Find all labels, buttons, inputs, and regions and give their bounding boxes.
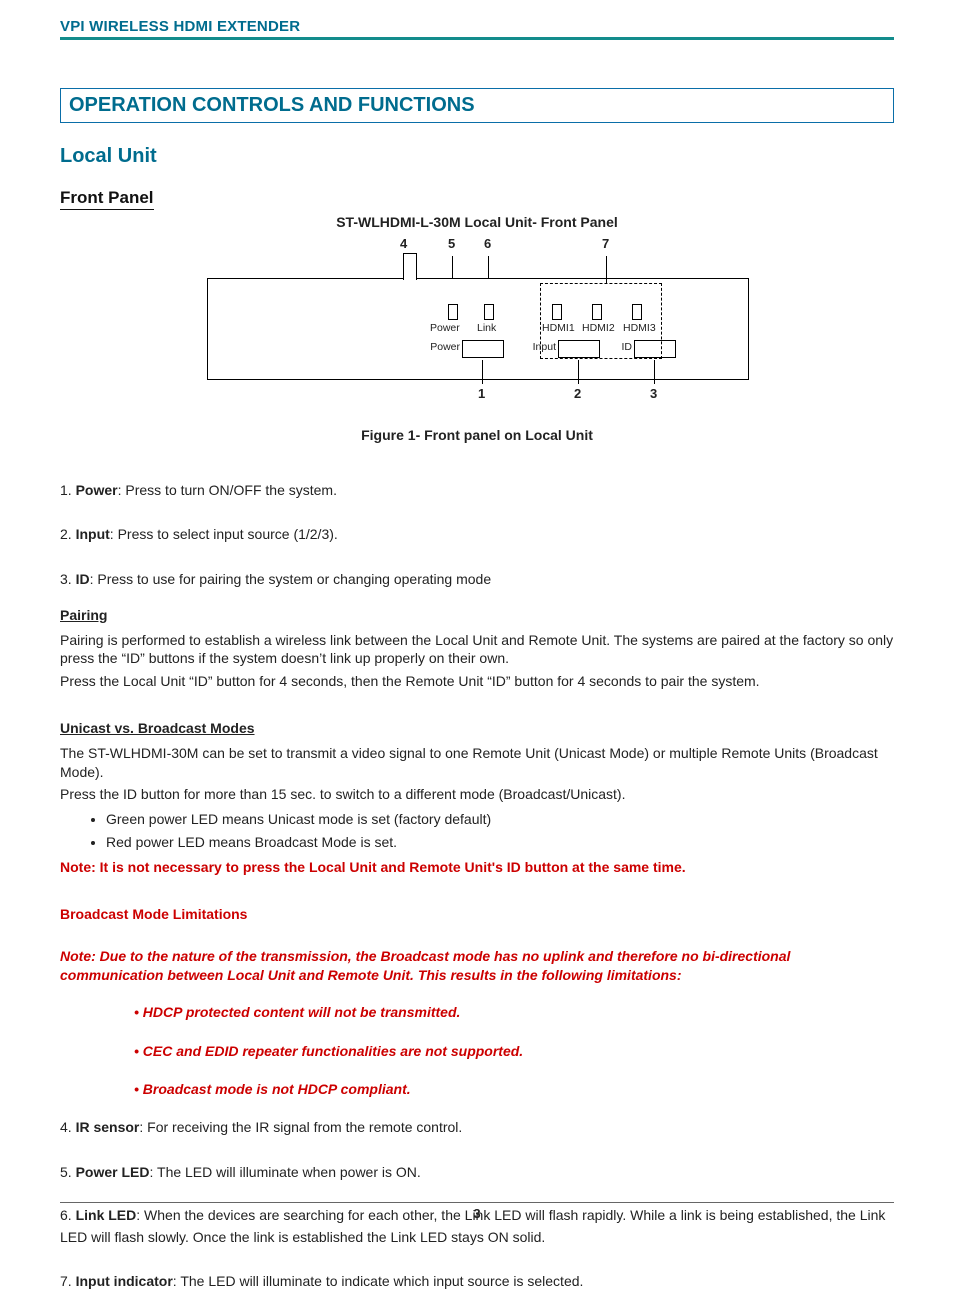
callout-1: 1 bbox=[478, 386, 485, 401]
power-led-label: Power bbox=[430, 322, 460, 334]
ir-window bbox=[403, 253, 417, 280]
section-title: OPERATION CONTROLS AND FUNCTIONS bbox=[60, 88, 894, 123]
callout-4: 4 bbox=[400, 236, 407, 251]
pairing-p1: Pairing is performed to establish a wire… bbox=[60, 631, 894, 669]
list-item: 1. Power: Press to turn ON/OFF the syste… bbox=[60, 479, 894, 501]
footer-rule bbox=[60, 1202, 894, 1203]
figure-title: ST-WLHDMI-L-30M Local Unit- Front Panel bbox=[202, 214, 752, 230]
callout-3: 3 bbox=[650, 386, 657, 401]
id-btn-label: ID bbox=[612, 341, 632, 353]
header-product: VPI WIRELESS HDMI EXTENDER bbox=[60, 18, 894, 35]
broadcast-lim-3: • Broadcast mode is not HDCP compliant. bbox=[134, 1078, 894, 1100]
link-led-icon bbox=[484, 304, 494, 320]
pairing-heading: Pairing bbox=[60, 604, 894, 626]
broadcast-note: Note: Due to the nature of the transmiss… bbox=[60, 947, 894, 985]
front-panel-diagram: 4 5 6 7 Power Link HDMI1 HDMI2 HDMI bbox=[202, 236, 752, 421]
power-led-icon bbox=[448, 304, 458, 320]
input-btn-label: Input bbox=[524, 341, 556, 353]
callout-6: 6 bbox=[484, 236, 491, 251]
link-led-label: Link bbox=[477, 322, 496, 334]
figure-caption: Figure 1- Front panel on Local Unit bbox=[202, 427, 752, 443]
hdmi1-label: HDMI1 bbox=[542, 322, 575, 334]
modes-p2: Press the ID button for more than 15 sec… bbox=[60, 785, 894, 804]
callout-7: 7 bbox=[602, 236, 609, 251]
input-button-icon bbox=[558, 340, 600, 358]
hdmi2-led-icon bbox=[592, 304, 602, 320]
callout-2: 2 bbox=[574, 386, 581, 401]
power-btn-label: Power bbox=[424, 341, 460, 353]
broadcast-heading: Broadcast Mode Limitations bbox=[60, 903, 894, 925]
modes-p1: The ST-WLHDMI-30M can be set to transmit… bbox=[60, 744, 894, 782]
list-item: Green power LED means Unicast mode is se… bbox=[106, 810, 894, 829]
id-button-icon bbox=[634, 340, 676, 358]
hdmi2-label: HDMI2 bbox=[582, 322, 615, 334]
list-item: 2. Input: Press to select input source (… bbox=[60, 523, 894, 545]
list-item: 7. Input indicator: The LED will illumin… bbox=[60, 1270, 894, 1292]
list-item: 3. ID: Press to use for pairing the syst… bbox=[60, 568, 894, 590]
header-rule bbox=[60, 37, 894, 40]
callout-5: 5 bbox=[448, 236, 455, 251]
list-item: Red power LED means Broadcast Mode is se… bbox=[106, 833, 894, 852]
broadcast-lim-1: • HDCP protected content will not be tra… bbox=[134, 1001, 894, 1023]
subsection-title: Local Unit bbox=[60, 145, 894, 168]
pairing-p2: Press the Local Unit “ID” button for 4 s… bbox=[60, 672, 894, 691]
list-item: 5. Power LED: The LED will illuminate wh… bbox=[60, 1161, 894, 1183]
panel-heading: Front Panel bbox=[60, 188, 154, 210]
modes-bullets: Green power LED means Unicast mode is se… bbox=[106, 810, 894, 852]
modes-note: Note: It is not necessary to press the L… bbox=[60, 858, 894, 877]
broadcast-lim-2: • CEC and EDID repeater functionalities … bbox=[134, 1040, 894, 1062]
page-number: 3 bbox=[0, 1206, 954, 1221]
modes-heading: Unicast vs. Broadcast Modes bbox=[60, 717, 894, 739]
hdmi3-label: HDMI3 bbox=[623, 322, 656, 334]
list-item: 4. IR sensor: For receiving the IR signa… bbox=[60, 1116, 894, 1138]
hdmi1-led-icon bbox=[552, 304, 562, 320]
power-button-icon bbox=[462, 340, 504, 358]
hdmi3-led-icon bbox=[632, 304, 642, 320]
